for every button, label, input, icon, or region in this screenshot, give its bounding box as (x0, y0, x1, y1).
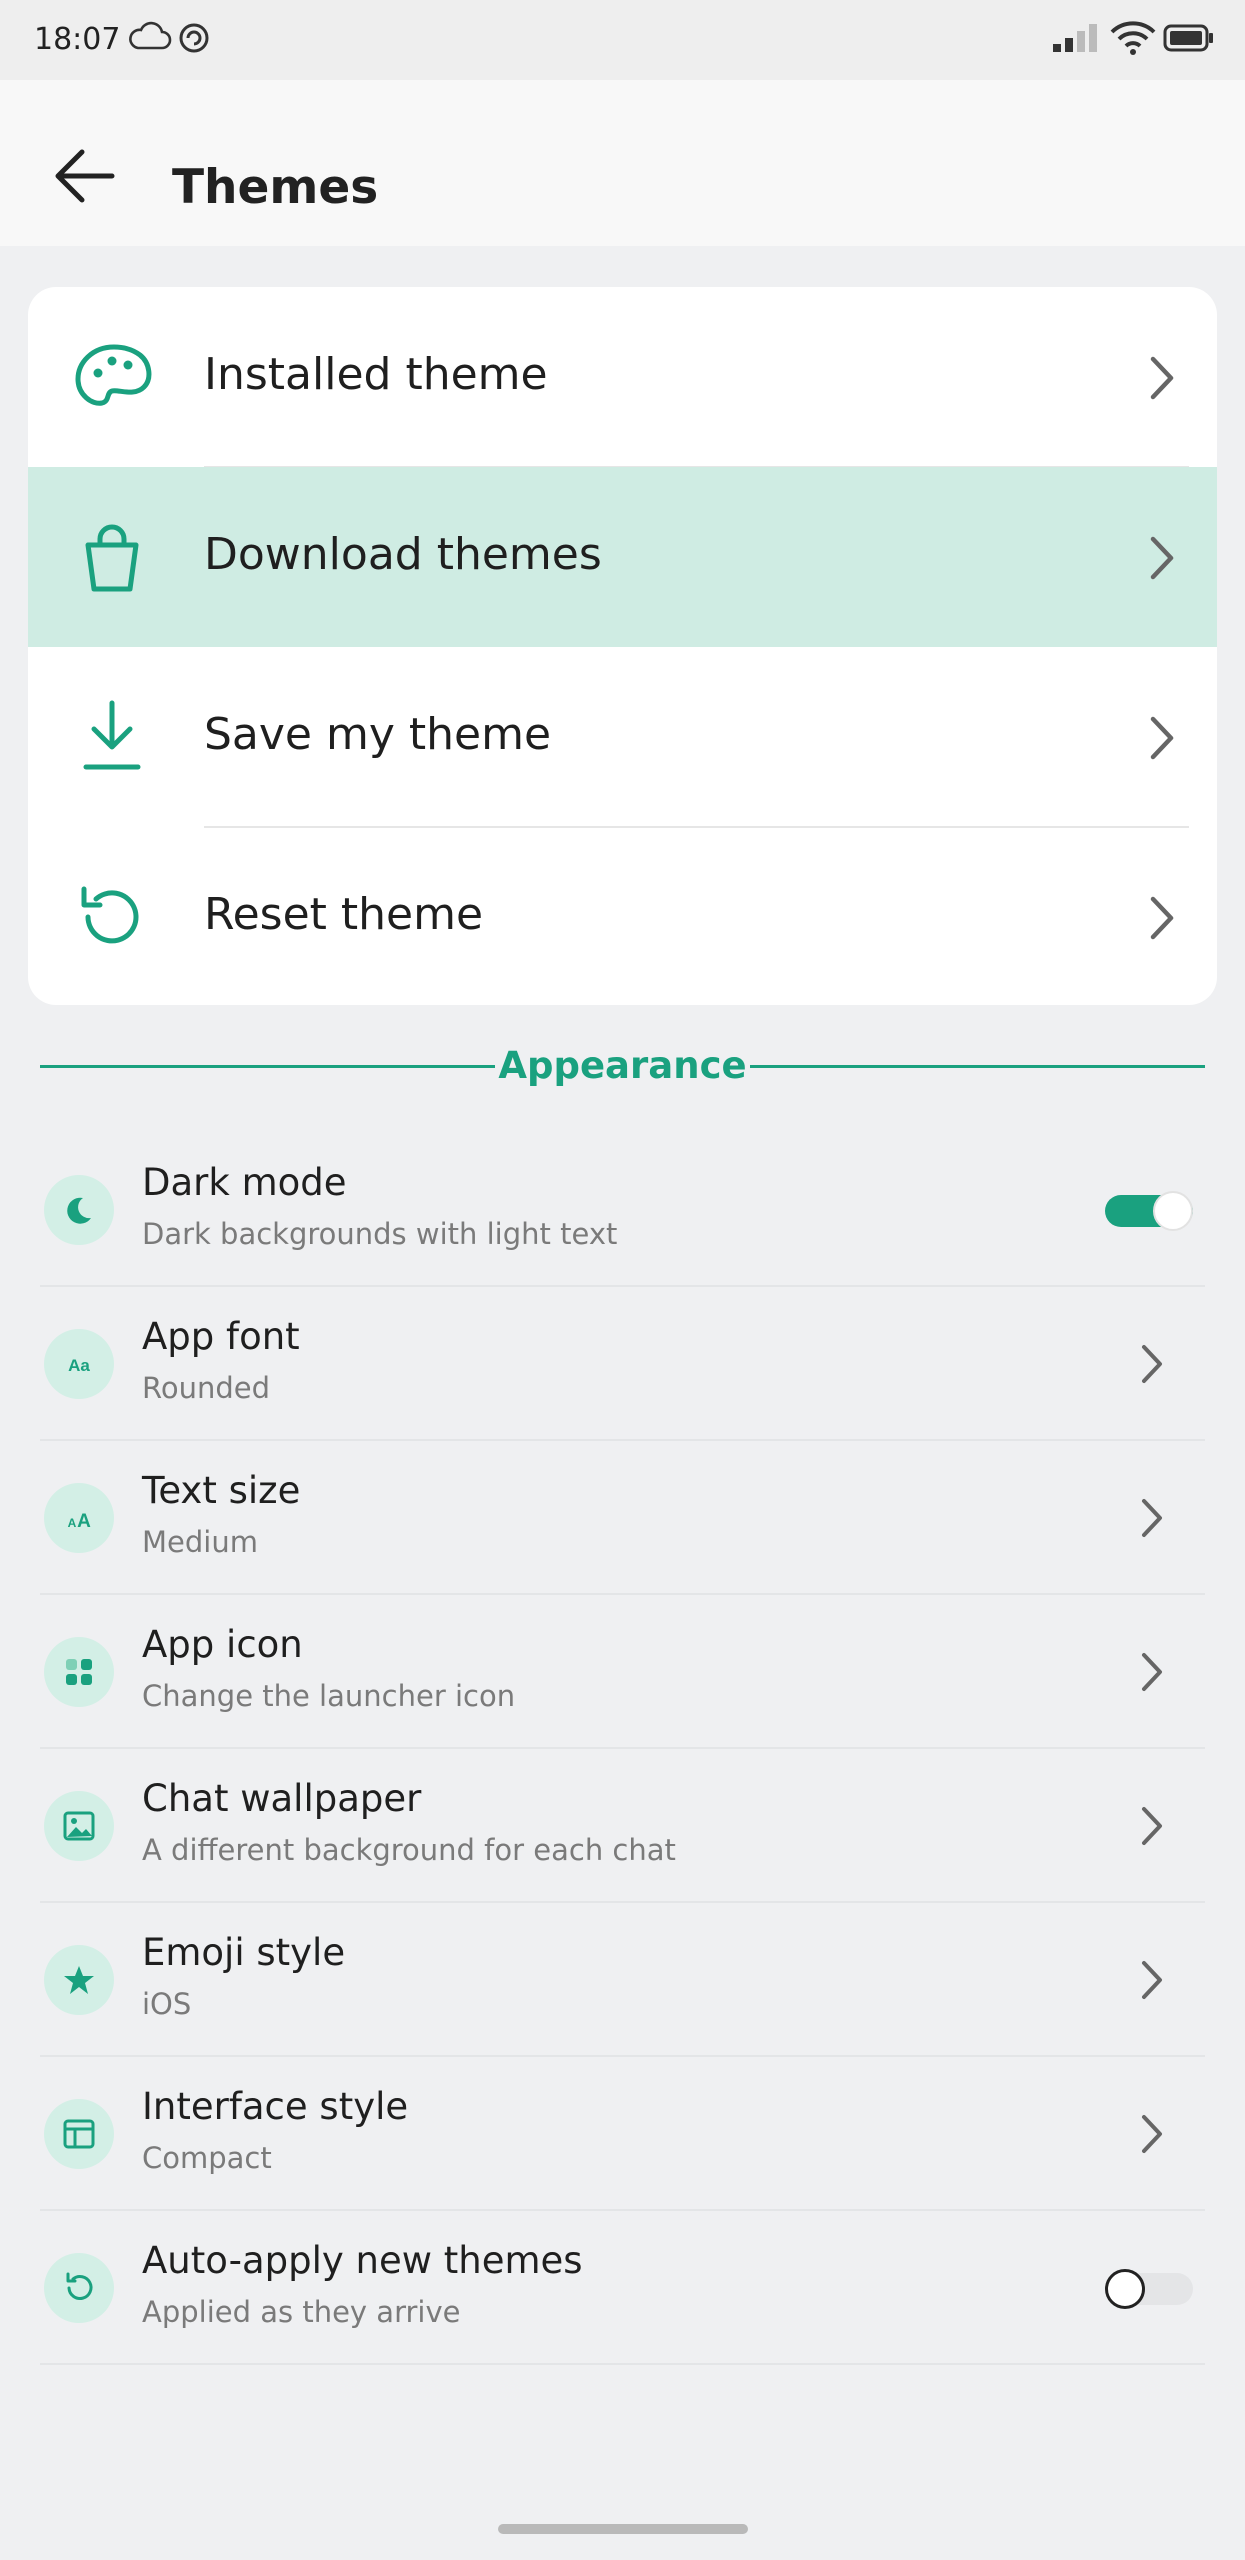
back-button[interactable] (48, 136, 128, 216)
toggle-thumb (1153, 1191, 1193, 1231)
setting-emoji-style[interactable]: Emoji style iOS (40, 1903, 1205, 2057)
toggle-thumb (1105, 2269, 1145, 2309)
star-icon (44, 1945, 114, 2015)
setting-text-size[interactable]: A A Text size Medium (40, 1441, 1205, 1595)
setting-title: Text size (142, 1469, 301, 1512)
chevron-right-icon (1150, 716, 1174, 760)
moon-icon (44, 1175, 114, 1245)
chevron-right-icon (1142, 1499, 1162, 1537)
arrow-left-icon (55, 149, 115, 203)
app-bar: Themes (0, 80, 1245, 246)
setting-title: Dark mode (142, 1161, 347, 1204)
chevron-right-icon (1142, 1961, 1162, 1999)
setting-subtitle: iOS (142, 1987, 192, 2021)
setting-title: App icon (142, 1623, 303, 1666)
setting-chat-wallpaper[interactable]: Chat wallpaper A different background fo… (40, 1749, 1205, 1903)
auto-apply-toggle[interactable] (1105, 2269, 1193, 2309)
chevron-right-icon (1142, 2115, 1162, 2153)
setting-title: Chat wallpaper (142, 1777, 422, 1820)
setting-app-icon[interactable]: App icon Change the launcher icon (40, 1595, 1205, 1749)
setting-title: Interface style (142, 2085, 409, 2128)
grid-icon (44, 1637, 114, 1707)
status-right-icons (1051, 18, 1215, 62)
setting-title: Auto-apply new themes (142, 2239, 583, 2282)
setting-auto-apply-themes[interactable]: Auto-apply new themes Applied as they ar… (40, 2211, 1205, 2365)
layout-icon (44, 2099, 114, 2169)
setting-title: Emoji style (142, 1931, 346, 1974)
menu-item-label: Installed theme (204, 349, 548, 400)
setting-subtitle: Applied as they arrive (142, 2295, 461, 2329)
chevron-right-icon (1142, 1653, 1162, 1691)
chevron-right-icon (1150, 356, 1174, 400)
text-size-icon: A A (44, 1483, 114, 1553)
setting-title: App font (142, 1315, 300, 1358)
palette-icon (75, 344, 152, 406)
setting-subtitle: Compact (142, 2141, 272, 2175)
setting-dark-mode[interactable]: Dark mode Dark backgrounds with light te… (40, 1133, 1205, 1287)
font-icon: Aa (44, 1329, 114, 1399)
status-left-icons (128, 18, 213, 62)
chevron-right-icon (1142, 1807, 1162, 1845)
menu-item-download-themes[interactable]: Download themes (28, 467, 1217, 647)
theme-menu-card: Installed theme Download themes Save my … (28, 287, 1217, 1005)
svg-text:A: A (68, 1516, 77, 1530)
section-divider-right (750, 1065, 1205, 1068)
menu-item-save-my-theme[interactable]: Save my theme (28, 647, 1217, 827)
status-bar: 18:07 (0, 0, 1245, 80)
wifi-icon (1110, 21, 1156, 55)
download-icon (83, 700, 141, 770)
shopping-bag-icon (85, 524, 139, 592)
menu-item-installed-theme[interactable]: Installed theme (28, 287, 1217, 467)
menu-item-label: Save my theme (204, 709, 552, 760)
image-icon (44, 1791, 114, 1861)
chevron-right-icon (1142, 1345, 1162, 1383)
page-title: Themes (172, 160, 379, 215)
setting-subtitle: Medium (142, 1525, 258, 1559)
chevron-right-icon (1150, 536, 1174, 580)
setting-interface-style[interactable]: Interface style Compact (40, 2057, 1205, 2211)
reset-icon (44, 2253, 114, 2323)
menu-item-label: Reset theme (204, 889, 484, 940)
cloud-icon (129, 21, 172, 50)
reset-icon (81, 886, 139, 944)
svg-text:Aa: Aa (68, 1356, 90, 1375)
home-indicator[interactable] (498, 2524, 748, 2534)
chevron-right-icon (1150, 896, 1174, 940)
status-time: 18:07 (34, 22, 121, 57)
setting-subtitle: Change the launcher icon (142, 1679, 516, 1713)
svg-text:A: A (77, 1511, 91, 1532)
signal-icon (1052, 24, 1097, 52)
menu-item-reset-theme[interactable]: Reset theme (28, 827, 1217, 1005)
battery-icon (1163, 24, 1213, 52)
setting-subtitle: Dark backgrounds with light text (142, 1217, 618, 1251)
menu-item-label: Download themes (204, 529, 602, 580)
setting-subtitle: A different background for each chat (142, 1833, 676, 1867)
dark-mode-toggle[interactable] (1105, 1191, 1193, 1231)
setting-app-font[interactable]: Aa App font Rounded (40, 1287, 1205, 1441)
sync-icon (179, 23, 209, 53)
appearance-section-header: Appearance (40, 1040, 1205, 1092)
setting-subtitle: Rounded (142, 1371, 271, 1405)
